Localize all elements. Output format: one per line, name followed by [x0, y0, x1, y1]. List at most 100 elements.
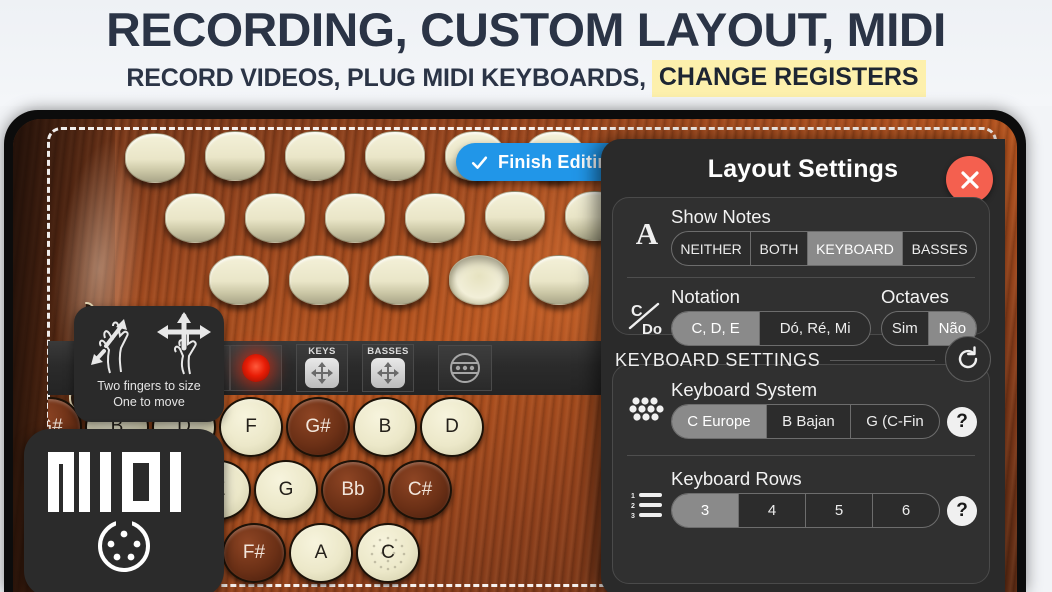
register-button[interactable]	[165, 193, 225, 243]
register-button[interactable]	[289, 255, 349, 305]
card-divider	[627, 455, 975, 456]
keyboard-rows-segmented-control[interactable]: 3 4 5 6	[671, 493, 940, 528]
panel-title: Layout Settings	[707, 155, 899, 183]
keyboard-system-option-c-europe[interactable]: C Europe	[672, 405, 767, 438]
gesture-icons	[74, 312, 224, 378]
keyboard-system-option-b-bajan[interactable]: B Bajan	[767, 405, 851, 438]
record-button[interactable]	[230, 345, 282, 391]
c-do-icon: C Do	[625, 298, 669, 338]
key-label: Bb	[341, 479, 365, 500]
move-keys-pad	[305, 358, 339, 388]
key-button[interactable]: F#	[222, 523, 286, 583]
button-grid-icon	[625, 389, 669, 429]
octaves-label: Octaves	[881, 286, 949, 307]
phone-frame: Finish Editing Two fingers to size One t…	[4, 110, 1026, 592]
key-label: G	[278, 479, 294, 500]
keyboard-system-body: Keyboard System C Europe B Bajan G (C-Fi…	[671, 379, 989, 439]
key-button[interactable]: F	[219, 397, 283, 457]
key-label: G#	[305, 416, 331, 437]
show-notes-option-keyboard[interactable]: KEYBOARD	[807, 232, 904, 265]
notation-label: Notation	[671, 286, 740, 307]
show-notes-option-both[interactable]: BOTH	[751, 232, 808, 265]
svg-text:Do: Do	[642, 321, 662, 338]
show-notes-row: A Show Notes NEITHER BOTH KEYBOARD BASSE…	[613, 198, 989, 266]
key-button[interactable]: Bb	[321, 460, 385, 520]
keyboard-rows-option-4[interactable]: 4	[739, 494, 806, 527]
card-divider	[627, 277, 975, 278]
key-button-perforated[interactable]: C	[356, 523, 420, 583]
keyboard-rows-label: Keyboard Rows	[671, 468, 802, 489]
promo-subheadline-highlight: CHANGE REGISTERS	[651, 60, 926, 97]
keyboard-rows-option-6[interactable]: 6	[873, 494, 939, 527]
keyboard-rows-option-5[interactable]: 5	[806, 494, 873, 527]
key-button[interactable]: G#	[286, 397, 350, 457]
settings-button[interactable]	[438, 345, 492, 391]
key-button[interactable]: G	[254, 460, 318, 520]
keyboard-settings-card: Keyboard System C Europe B Bajan G (C-Fi…	[612, 364, 990, 584]
register-button[interactable]	[209, 255, 269, 305]
register-button[interactable]	[325, 193, 385, 243]
pinch-zoom-icon	[91, 319, 129, 374]
key-button[interactable]: A	[289, 523, 353, 583]
key-button[interactable]: C#	[388, 460, 452, 520]
key-button[interactable]: D	[420, 397, 484, 457]
register-button[interactable]	[245, 193, 305, 243]
gesture-hint-line-1: Two fingers to size	[97, 379, 201, 393]
letter-a-icon: A	[625, 214, 669, 254]
move-arrows-icon	[311, 362, 333, 384]
pan-move-icon	[157, 312, 211, 375]
promo-subheadline-row: RECORD VIDEOS, PLUG MIDI KEYBOARDS, CHAN…	[0, 60, 1052, 97]
show-notes-option-neither[interactable]: NEITHER	[672, 232, 752, 265]
keyboard-system-label: Keyboard System	[671, 379, 818, 400]
promo-header: RECORDING, CUSTOM LAYOUT, MIDI RECORD VI…	[0, 0, 1052, 106]
register-button[interactable]	[285, 131, 345, 181]
reset-keyboard-settings-button[interactable]	[945, 336, 991, 382]
close-button[interactable]	[946, 156, 993, 203]
notation-group: Notation C, D, E Dó, Ré, Mi	[671, 286, 871, 346]
key-label: D	[445, 416, 459, 437]
refresh-icon	[958, 346, 978, 369]
show-notes-option-basses[interactable]: BASSES	[903, 232, 976, 265]
register-button[interactable]	[205, 131, 265, 181]
keyboard-system-control-wrap: C Europe B Bajan G (C-Fin ?	[671, 404, 977, 439]
key-label: C	[381, 542, 395, 563]
keyboard-rows-option-3[interactable]: 3	[672, 494, 739, 527]
keyboard-system-segmented-control[interactable]: C Europe B Bajan G (C-Fin	[671, 404, 940, 439]
register-button[interactable]	[369, 255, 429, 305]
register-button[interactable]	[529, 255, 589, 305]
show-notes-body: Show Notes NEITHER BOTH KEYBOARD BASSES	[671, 206, 989, 266]
register-button[interactable]	[485, 191, 545, 241]
gesture-hint-line-2: One to move	[113, 395, 185, 409]
keyboard-system-option-g-cfin[interactable]: G (C-Fin	[851, 405, 939, 438]
key-label-wrap: C	[358, 525, 418, 581]
keyboard-rows-control-wrap: 3 4 5 6 ?	[671, 493, 977, 528]
move-keys-button[interactable]: KEYS	[296, 344, 348, 392]
keyboard-rows-row: 123 Keyboard Rows 3 4 5 6 ?	[613, 462, 989, 528]
layout-settings-panel: Layout Settings A Show Notes NEITHER BOT…	[601, 139, 1005, 592]
check-icon	[471, 155, 488, 169]
keyboard-settings-section-header: KEYBOARD SETTINGS	[615, 336, 991, 382]
register-settings-icon	[450, 353, 480, 383]
register-button[interactable]	[365, 131, 425, 181]
show-notes-label: Show Notes	[671, 206, 771, 227]
show-notes-segmented-control[interactable]: NEITHER BOTH KEYBOARD BASSES	[671, 231, 977, 266]
register-button[interactable]	[125, 133, 185, 183]
midi-logo-badge	[24, 429, 224, 592]
svg-text:2: 2	[631, 503, 635, 510]
midi-wordmark-icon	[48, 452, 181, 512]
key-label: A	[314, 542, 328, 563]
key-button[interactable]: B	[353, 397, 417, 457]
keyboard-settings-title: KEYBOARD SETTINGS	[615, 350, 821, 370]
svg-text:A: A	[636, 217, 659, 251]
phone-screen: Finish Editing Two fingers to size One t…	[13, 119, 1017, 592]
svg-text:3: 3	[631, 513, 635, 520]
register-button-pressed[interactable]	[449, 255, 509, 305]
keyboard-system-help-button[interactable]: ?	[947, 406, 977, 437]
midi-din-connector-icon	[98, 518, 150, 572]
keyboard-rows-help-button[interactable]: ?	[947, 495, 977, 526]
keys-label: KEYS	[308, 346, 336, 357]
key-label: B	[378, 416, 392, 437]
register-button[interactable]	[405, 193, 465, 243]
section-divider-line	[830, 360, 935, 361]
move-basses-button[interactable]: BASSES	[362, 344, 414, 392]
